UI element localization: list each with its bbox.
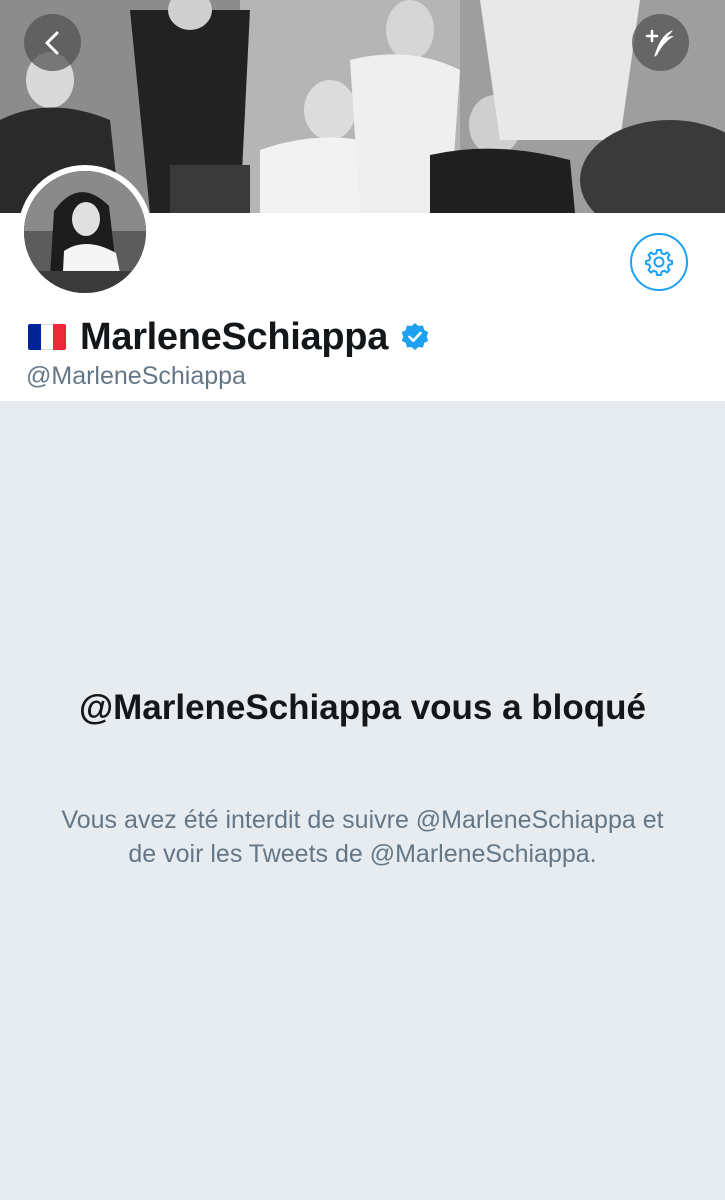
profile-handle: @MarleneSchiappa xyxy=(26,362,246,390)
display-name: MarleneSchiappa xyxy=(80,315,389,358)
blocked-title: @MarleneSchiappa vous a bloqué xyxy=(78,688,647,727)
blocked-description: Vous avez été interdit de suivre @Marlen… xyxy=(61,806,664,868)
avatar[interactable] xyxy=(18,165,152,299)
blocked-notice: @MarleneSchiappa vous a bloqué Vous avez… xyxy=(0,401,725,1200)
verified-badge-icon xyxy=(401,323,429,350)
avatar-image xyxy=(24,171,146,293)
settings-button[interactable] xyxy=(630,233,688,291)
profile-name-row: MarleneSchiappa xyxy=(28,313,430,361)
profile-screen: MarleneSchiappa @MarleneSchiappa @Marlen… xyxy=(0,0,725,1200)
chevron-left-icon xyxy=(45,31,58,54)
compose-tweet-button[interactable] xyxy=(632,14,689,71)
gear-icon xyxy=(645,249,673,276)
back-button[interactable] xyxy=(24,14,81,71)
france-flag-icon xyxy=(28,324,66,350)
compose-tweet-icon xyxy=(645,29,674,57)
avatar-photo xyxy=(24,171,146,293)
